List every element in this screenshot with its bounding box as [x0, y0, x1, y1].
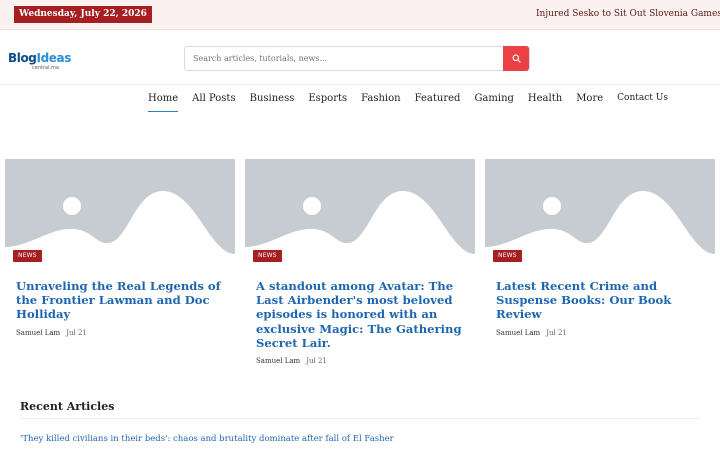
card-meta: Samuel Lam Jul 21	[496, 329, 715, 337]
card-author[interactable]: Samuel Lam	[496, 329, 540, 337]
search-input[interactable]	[185, 47, 505, 70]
nav-health[interactable]: Health	[528, 93, 562, 112]
category-badge[interactable]: NEWS	[253, 250, 282, 262]
search-icon	[512, 54, 521, 63]
date-badge: Wednesday, July 22, 2026	[14, 6, 152, 23]
search-button[interactable]	[503, 46, 529, 71]
card-date: Jul 21	[306, 357, 327, 366]
nav-home[interactable]: Home	[148, 93, 179, 112]
nav-more[interactable]: More	[576, 93, 603, 112]
main-nav: Home All Posts Business Esports Fashion …	[148, 93, 668, 112]
nav-business[interactable]: Business	[250, 93, 295, 112]
card-image-placeholder[interactable]: NEWS	[245, 159, 475, 270]
recent-article-link[interactable]: 'They killed civilians in their beds': c…	[20, 434, 394, 444]
nav-gaming[interactable]: Gaming	[474, 93, 513, 112]
nav-contact-us[interactable]: Contact Us	[617, 93, 668, 112]
card-author[interactable]: Samuel Lam	[256, 357, 300, 365]
nav-fashion[interactable]: Fashion	[361, 93, 400, 112]
card-date: Jul 21	[66, 328, 87, 337]
site-logo[interactable]: BlogIdeas central.ma	[8, 52, 78, 72]
category-badge[interactable]: NEWS	[13, 250, 42, 262]
category-badge[interactable]: NEWS	[493, 250, 522, 262]
card-meta: Samuel Lam Jul 21	[16, 329, 235, 337]
logo-word-blog: Blog	[8, 51, 37, 65]
top-bar: Wednesday, July 22, 2026 Injured Sesko t…	[0, 0, 720, 30]
article-card[interactable]: NEWS Unraveling the Real Legends of the …	[5, 159, 235, 337]
nav-featured[interactable]: Featured	[415, 93, 461, 112]
search-bar	[184, 46, 530, 71]
header-divider	[0, 84, 720, 85]
card-meta: Samuel Lam Jul 21	[256, 357, 475, 365]
recent-divider	[20, 418, 700, 419]
card-title[interactable]: Unraveling the Real Legends of the Front…	[16, 279, 223, 322]
nav-all-posts[interactable]: All Posts	[192, 93, 235, 112]
logo-subtitle: central.ma	[32, 65, 59, 71]
nav-esports[interactable]: Esports	[308, 93, 347, 112]
card-title[interactable]: A standout among Avatar: The Last Airben…	[256, 279, 463, 350]
card-date: Jul 21	[546, 328, 567, 337]
article-card[interactable]: NEWS A standout among Avatar: The Last A…	[245, 159, 475, 365]
article-card[interactable]: NEWS Latest Recent Crime and Suspense Bo…	[485, 159, 715, 337]
logo-word-ideas: Ideas	[36, 51, 72, 65]
card-image-placeholder[interactable]: NEWS	[485, 159, 715, 270]
recent-articles-heading: Recent Articles	[20, 400, 115, 413]
card-title[interactable]: Latest Recent Crime and Suspense Books: …	[496, 279, 703, 322]
card-author[interactable]: Samuel Lam	[16, 329, 60, 337]
news-ticker[interactable]: Injured Sesko to Sit Out Slovenia Games …	[536, 9, 720, 19]
card-image-placeholder[interactable]: NEWS	[5, 159, 235, 270]
logo-wordmark: BlogIdeas	[8, 52, 78, 65]
